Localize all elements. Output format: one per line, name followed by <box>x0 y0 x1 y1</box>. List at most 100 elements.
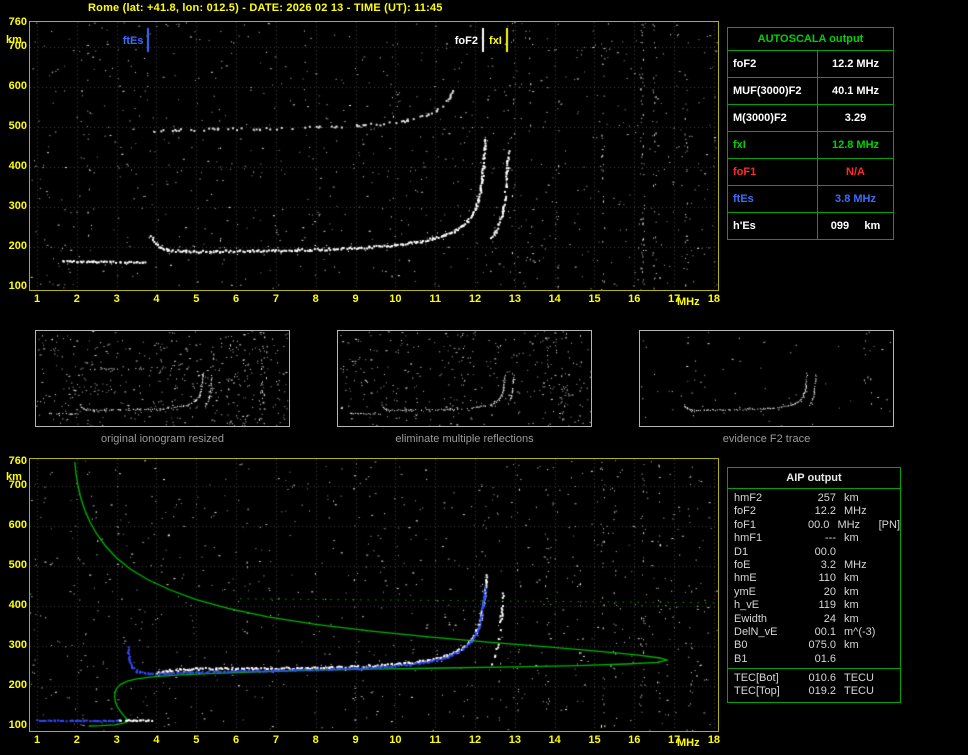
autoscala-row-label: MUF(3000)F2 <box>728 78 818 104</box>
aip-label: foF1 <box>734 518 757 531</box>
aip-extra <box>888 599 900 612</box>
y-axis-tick: 600 <box>8 519 27 531</box>
aip-extra <box>888 639 900 652</box>
x-axis-unit-label: MHz <box>677 296 700 308</box>
aip-row-tecbot: TEC[Bot] 010.6 TECU <box>728 672 900 685</box>
aip-value: 00.1 <box>814 625 836 638</box>
autoscala-row-value: 40.1 MHz <box>831 85 880 97</box>
aip-row-fof2: foF2 12.2 MHz <box>728 505 900 518</box>
aip-unit: km <box>844 585 859 598</box>
y-axis-tick: 100 <box>8 280 27 292</box>
aip-label: h_vE <box>734 599 760 612</box>
autoscala-row-ftes: ftEs 3.8 MHz <box>728 186 893 213</box>
thumbnail-original-ionogram <box>35 330 290 427</box>
autoscala-row-value: 12.2 MHz <box>831 58 880 70</box>
aip-row-hmf1: hmF1 --- km <box>728 532 900 545</box>
x-axis-tick: 10 <box>389 293 402 305</box>
main-ionogram-plot <box>29 21 719 291</box>
autoscala-row-value: 3.8 MHz <box>835 193 876 205</box>
x-axis-tick: 14 <box>548 293 561 305</box>
x-axis-tick: 18 <box>707 293 721 305</box>
aip-row-tectop: TEC[Top] 019.2 TECU <box>728 685 900 698</box>
x-axis-tick: 7 <box>272 293 279 305</box>
x-axis-tick: 5 <box>193 293 200 305</box>
aip-table-tec-rows: TEC[Bot] 010.6 TECU TEC[Top] 019.2 TECU <box>728 668 900 702</box>
aip-row-ewidth: Ewidth 24 km <box>728 613 900 626</box>
aip-unit: MHz <box>844 505 867 518</box>
aip-label: TEC[Bot] <box>734 672 779 685</box>
x-axis-tick: 12 <box>468 293 482 305</box>
autoscala-row-label: h'Es <box>728 213 818 239</box>
aip-extra <box>888 672 900 685</box>
marker-label-fof2: foF2 <box>454 35 478 47</box>
autoscala-row-value: 12.8 MHz <box>831 139 880 151</box>
x-axis-tick: 16 <box>628 293 641 305</box>
thumbnail-original-canvas <box>36 331 289 426</box>
y-axis-tick: 760 <box>8 16 27 28</box>
x-axis-tick: 4 <box>153 293 160 305</box>
marker-label-ftes: ftEs <box>122 35 144 47</box>
autoscala-row-label: foF1 <box>728 159 818 185</box>
x-axis-tick: 11 <box>429 734 441 746</box>
x-axis-tick: 13 <box>508 293 521 305</box>
autoscala-row-value: 3.29 <box>844 112 867 124</box>
aip-label: hmF2 <box>734 492 763 504</box>
aip-extra <box>888 532 900 545</box>
autoscala-row-m3000f2: M(3000)F2 3.29 <box>728 105 893 132</box>
thumbnail-eliminate-canvas <box>338 331 591 426</box>
autoscala-row-muf3000f2: MUF(3000)F2 40.1 MHz <box>728 78 893 105</box>
autoscala-row-label: ftEs <box>728 186 818 212</box>
aip-row-hme: hmE 110 km <box>728 572 900 585</box>
main-ionogram-canvas <box>30 22 718 290</box>
aip-table-title: AIP output <box>728 468 900 489</box>
thumbnail-caption-evidence: evidence F2 trace <box>722 433 811 445</box>
aip-unit: km <box>844 639 859 652</box>
aip-unit: km <box>844 572 859 585</box>
aip-value: 00.0 <box>808 518 830 531</box>
aip-row-hve: h_vE 119 km <box>728 599 900 612</box>
aip-label: DelN_vE <box>734 625 778 638</box>
aip-unit: MHz <box>837 518 861 531</box>
aip-row-yme: ymE 20 km <box>728 586 900 599</box>
autoscala-row-fof2: foF2 12.2 MHz <box>728 51 893 78</box>
aip-extra <box>888 685 900 698</box>
autoscala-table: AUTOSCALA output foF2 12.2 MHz MUF(3000)F2… <box>727 27 894 240</box>
thumbnail-eliminate-reflections <box>337 330 592 427</box>
y-axis-tick: 400 <box>8 160 27 172</box>
x-axis-tick: 6 <box>233 293 240 305</box>
autoscala-row-value: N/A <box>846 166 865 178</box>
x-axis-tick: 1 <box>33 293 41 305</box>
autoscala-row-fof1: foF1 N/A <box>728 159 893 186</box>
aip-value: 12.2 <box>814 505 836 518</box>
aip-unit: TECU <box>844 672 874 685</box>
aip-value: 00.0 <box>814 545 836 558</box>
aip-label: TEC[Top] <box>734 685 780 698</box>
aip-value: --- <box>825 532 836 545</box>
aip-ionogram-canvas <box>30 459 718 731</box>
aip-row-delnve: DelN_vE 00.1 m^(-3) <box>728 626 900 639</box>
x-axis-tick: 1 <box>33 734 41 746</box>
y-axis-tick: 200 <box>8 679 27 691</box>
x-axis-tick: 9 <box>352 293 359 305</box>
autoscala-window: Rome (lat: +41.8, lon: 012.5) - DATE: 20… <box>0 0 968 755</box>
aip-label: foE <box>734 558 751 571</box>
aip-label: Ewidth <box>734 612 768 625</box>
aip-unit <box>836 653 888 666</box>
y-axis-tick: 500 <box>8 559 27 571</box>
x-axis-tick: 5 <box>193 734 200 746</box>
autoscala-row-label: foF2 <box>728 51 818 77</box>
autoscala-row-label: M(3000)F2 <box>728 105 818 131</box>
y-axis-tick: 200 <box>8 240 27 252</box>
aip-extra <box>888 505 900 518</box>
y-axis-tick: 400 <box>8 599 27 611</box>
aip-label: B0 <box>734 639 748 652</box>
thumbnail-caption-original: original ionogram resized <box>101 433 224 445</box>
autoscala-row-fxi: fxI 12.8 MHz <box>728 132 893 159</box>
x-axis-tick: 13 <box>508 734 521 746</box>
x-axis-tick: 18 <box>707 734 721 746</box>
window-title: Rome (lat: +41.8, lon: 012.5) - DATE: 20… <box>88 2 443 14</box>
y-axis-unit-label: km <box>6 471 22 483</box>
y-axis-tick: 300 <box>8 639 27 651</box>
aip-row-fof1: foF1 00.0 MHz [PN] <box>728 519 900 532</box>
aip-unit <box>836 546 888 559</box>
